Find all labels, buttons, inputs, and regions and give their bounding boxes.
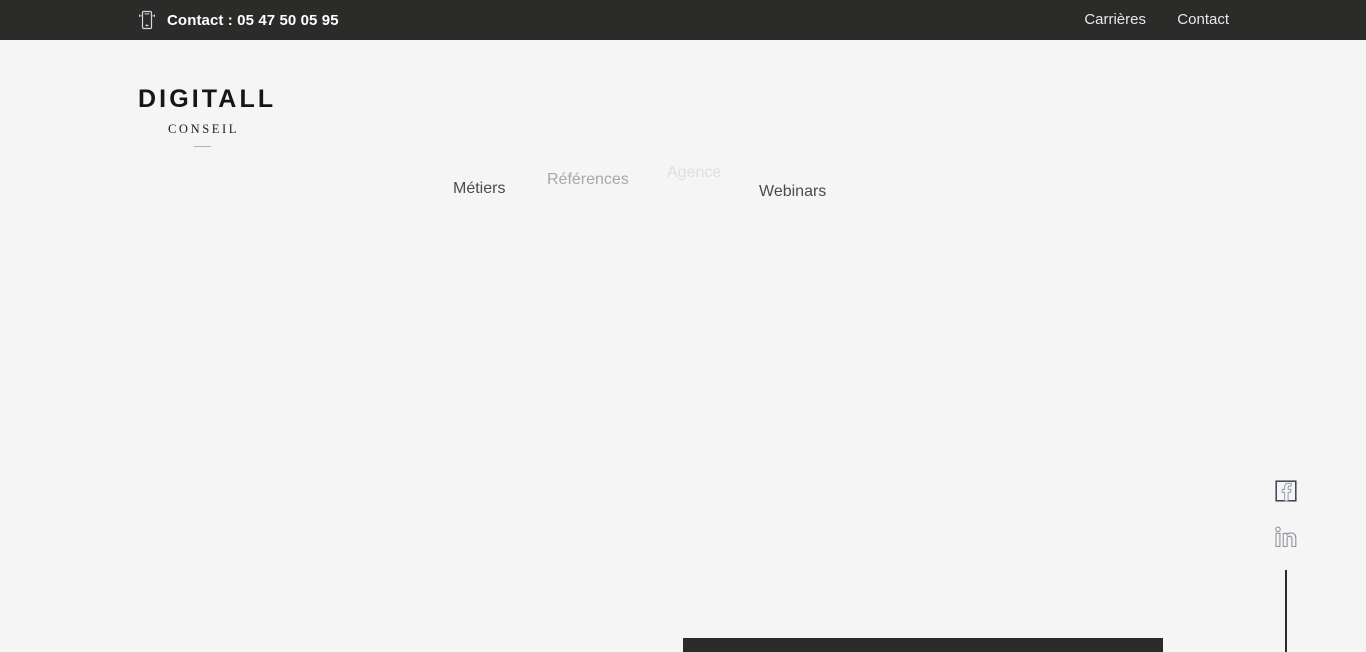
nav-item-agence[interactable]: Agence xyxy=(667,165,721,181)
linkedin-link[interactable] xyxy=(1273,524,1299,550)
topbar-contact-text: Contact : 05 47 50 05 95 xyxy=(167,11,339,29)
nav-item-references[interactable]: Références xyxy=(547,172,629,188)
main-navigation: Métiers Références Agence Webinars xyxy=(0,80,1366,200)
mobile-phone-icon xyxy=(136,9,158,31)
topbar-contact[interactable]: Contact : 05 47 50 05 95 xyxy=(136,0,339,40)
facebook-link[interactable] xyxy=(1273,478,1299,504)
linkedin-icon xyxy=(1273,524,1299,550)
nav-item-metiers[interactable]: Métiers xyxy=(453,181,505,197)
facebook-icon xyxy=(1273,478,1299,504)
social-rail xyxy=(1273,478,1299,570)
topbar-link-carrieres[interactable]: Carrières xyxy=(1084,11,1146,28)
topbar-link-contact[interactable]: Contact xyxy=(1177,11,1229,28)
bottom-dark-band xyxy=(683,638,1163,652)
site-header: DIGITALL CONSEIL Métiers Références Agen… xyxy=(0,40,1366,200)
social-rail-line xyxy=(1285,570,1287,652)
top-utility-bar: Contact : 05 47 50 05 95 Carrières Conta… xyxy=(0,0,1366,40)
nav-item-webinars[interactable]: Webinars xyxy=(759,184,826,200)
